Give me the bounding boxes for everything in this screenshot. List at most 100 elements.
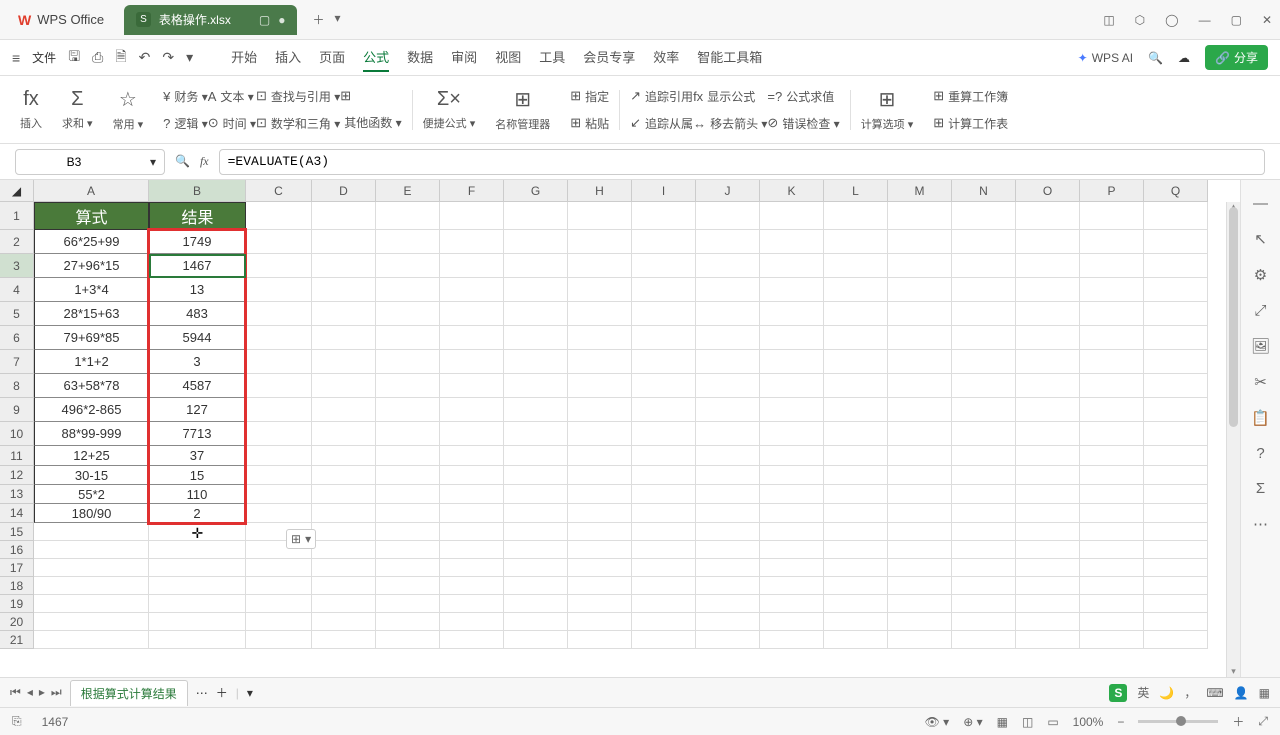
cell-J16[interactable] bbox=[696, 541, 760, 559]
cell-G2[interactable] bbox=[504, 230, 568, 254]
cell-J2[interactable] bbox=[696, 230, 760, 254]
undo-icon[interactable]: ↶ bbox=[139, 49, 151, 66]
row-header-21[interactable]: 21 bbox=[0, 631, 34, 649]
cell-L15[interactable] bbox=[824, 523, 888, 541]
cell-I17[interactable] bbox=[632, 559, 696, 577]
view-eye-icon[interactable]: 👁 ▾ bbox=[925, 715, 950, 729]
ime-user-icon[interactable]: 👤 bbox=[1234, 686, 1249, 700]
cell-N9[interactable] bbox=[952, 398, 1016, 422]
ribbon-item[interactable]: ?逻辑 ▾ bbox=[163, 115, 208, 132]
cell-G16[interactable] bbox=[504, 541, 568, 559]
cell-L13[interactable] bbox=[824, 485, 888, 504]
cell-D11[interactable] bbox=[312, 446, 376, 466]
row-header-2[interactable]: 2 bbox=[0, 230, 34, 254]
cell-P17[interactable] bbox=[1080, 559, 1144, 577]
cell-D13[interactable] bbox=[312, 485, 376, 504]
ribbon-big-item[interactable]: ☆常用 ▾ bbox=[113, 87, 144, 132]
cell-F18[interactable] bbox=[440, 577, 504, 595]
cell-H7[interactable] bbox=[568, 350, 632, 374]
cell-O4[interactable] bbox=[1016, 278, 1080, 302]
cell-Q2[interactable] bbox=[1144, 230, 1208, 254]
cell-E8[interactable] bbox=[376, 374, 440, 398]
cell-O3[interactable] bbox=[1016, 254, 1080, 278]
cell-J15[interactable] bbox=[696, 523, 760, 541]
cell-B10[interactable]: 7713 bbox=[149, 422, 246, 446]
col-header-G[interactable]: G bbox=[504, 180, 568, 202]
cell-P9[interactable] bbox=[1080, 398, 1144, 422]
cloud-icon[interactable]: ☁ bbox=[1178, 51, 1190, 65]
cell-K18[interactable] bbox=[760, 577, 824, 595]
cell-D12[interactable] bbox=[312, 466, 376, 485]
cell-M10[interactable] bbox=[888, 422, 952, 446]
cell-Q12[interactable] bbox=[1144, 466, 1208, 485]
cell-J4[interactable] bbox=[696, 278, 760, 302]
add-sheet-button[interactable]: ＋ bbox=[216, 684, 228, 701]
view-page-icon[interactable]: ◫ bbox=[1022, 715, 1033, 729]
cell-A1[interactable]: 算式 bbox=[34, 202, 149, 230]
row-header-10[interactable]: 10 bbox=[0, 422, 34, 446]
row-header-7[interactable]: 7 bbox=[0, 350, 34, 374]
cell-K13[interactable] bbox=[760, 485, 824, 504]
cell-L21[interactable] bbox=[824, 631, 888, 649]
cell-P3[interactable] bbox=[1080, 254, 1144, 278]
cell-C20[interactable] bbox=[246, 613, 312, 631]
ribbon-item[interactable]: ⊡数学和三角 ▾ bbox=[256, 115, 340, 132]
cell-G4[interactable] bbox=[504, 278, 568, 302]
cell-Q6[interactable] bbox=[1144, 326, 1208, 350]
cell-Q18[interactable] bbox=[1144, 577, 1208, 595]
cell-A2[interactable]: 66*25+99 bbox=[34, 230, 149, 254]
cell-P10[interactable] bbox=[1080, 422, 1144, 446]
cell-K17[interactable] bbox=[760, 559, 824, 577]
zoom-level[interactable]: 100% bbox=[1073, 715, 1104, 729]
ribbon-item[interactable]: 其他函数 ▾ bbox=[340, 114, 401, 131]
col-header-B[interactable]: B bbox=[149, 180, 246, 202]
cell-H16[interactable] bbox=[568, 541, 632, 559]
col-header-H[interactable]: H bbox=[568, 180, 632, 202]
cell-F14[interactable] bbox=[440, 504, 504, 523]
cell-N17[interactable] bbox=[952, 559, 1016, 577]
cell-K1[interactable] bbox=[760, 202, 824, 230]
cell-E11[interactable] bbox=[376, 446, 440, 466]
row-header-16[interactable]: 16 bbox=[0, 541, 34, 559]
cell-C6[interactable] bbox=[246, 326, 312, 350]
menu-tab-9[interactable]: 效率 bbox=[653, 43, 679, 72]
cell-G21[interactable] bbox=[504, 631, 568, 649]
cell-I9[interactable] bbox=[632, 398, 696, 422]
cell-I5[interactable] bbox=[632, 302, 696, 326]
cell-J8[interactable] bbox=[696, 374, 760, 398]
col-header-L[interactable]: L bbox=[824, 180, 888, 202]
ribbon-item[interactable]: ⊞粘贴 bbox=[570, 115, 609, 132]
cell-O15[interactable] bbox=[1016, 523, 1080, 541]
cell-B8[interactable]: 4587 bbox=[149, 374, 246, 398]
cell-G8[interactable] bbox=[504, 374, 568, 398]
cell-A8[interactable]: 63+58*78 bbox=[34, 374, 149, 398]
minimize-button[interactable]: — bbox=[1199, 13, 1211, 27]
cell-P7[interactable] bbox=[1080, 350, 1144, 374]
cell-O6[interactable] bbox=[1016, 326, 1080, 350]
cell-M11[interactable] bbox=[888, 446, 952, 466]
cell-F9[interactable] bbox=[440, 398, 504, 422]
cell-Q11[interactable] bbox=[1144, 446, 1208, 466]
cell-A15[interactable] bbox=[34, 523, 149, 541]
next-sheet-icon[interactable]: ▸ bbox=[39, 685, 45, 700]
cell-C1[interactable] bbox=[246, 202, 312, 230]
cell-H17[interactable] bbox=[568, 559, 632, 577]
row-header-19[interactable]: 19 bbox=[0, 595, 34, 613]
cell-J10[interactable] bbox=[696, 422, 760, 446]
cell-K7[interactable] bbox=[760, 350, 824, 374]
cell-G7[interactable] bbox=[504, 350, 568, 374]
cell-P16[interactable] bbox=[1080, 541, 1144, 559]
cell-F12[interactable] bbox=[440, 466, 504, 485]
cell-E1[interactable] bbox=[376, 202, 440, 230]
cell-J12[interactable] bbox=[696, 466, 760, 485]
cell-F20[interactable] bbox=[440, 613, 504, 631]
ime-grid-icon[interactable]: ▦ bbox=[1259, 686, 1270, 700]
cell-Q21[interactable] bbox=[1144, 631, 1208, 649]
cell-L4[interactable] bbox=[824, 278, 888, 302]
col-header-J[interactable]: J bbox=[696, 180, 760, 202]
cell-L12[interactable] bbox=[824, 466, 888, 485]
cell-A19[interactable] bbox=[34, 595, 149, 613]
ime-green-icon[interactable]: S bbox=[1109, 684, 1127, 702]
row-header-17[interactable]: 17 bbox=[0, 559, 34, 577]
spreadsheet-grid[interactable]: ◢ ABCDEFGHIJKLMNOPQ 12345678910111213141… bbox=[0, 180, 1240, 677]
